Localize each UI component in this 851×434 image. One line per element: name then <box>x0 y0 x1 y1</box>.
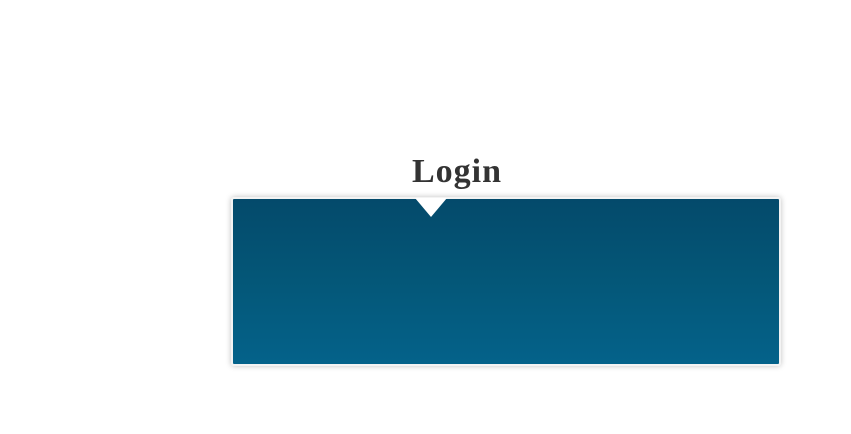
login-title: Login <box>412 153 503 190</box>
panel-notch-indicator <box>415 198 447 217</box>
login-panel <box>231 197 781 366</box>
login-page: Login <box>0 0 851 434</box>
